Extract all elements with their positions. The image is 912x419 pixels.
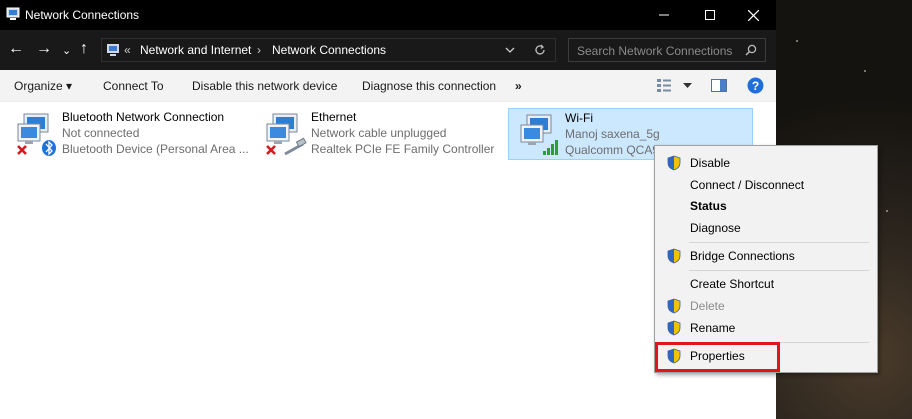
- connection-name: Bluetooth Network Connection: [62, 110, 225, 124]
- close-button[interactable]: [730, 0, 776, 30]
- menu-item-diagnose[interactable]: Diagnose: [655, 217, 877, 239]
- menu-item-rename[interactable]: Rename: [655, 317, 877, 339]
- properties-highlight-box: [655, 342, 780, 372]
- breadcrumb-overflow[interactable]: «: [124, 43, 131, 57]
- search-box[interactable]: Search Network Connections: [568, 38, 766, 62]
- connection-status: Network cable unplugged: [311, 126, 447, 140]
- svg-text:?: ?: [752, 79, 759, 93]
- address-row: ← → ⌄ ↑ « Network and Internet › Network…: [0, 30, 776, 70]
- close-icon: [747, 9, 759, 21]
- bluetooth-connection-item[interactable]: Bluetooth Network Connection Not connect…: [6, 106, 254, 160]
- connect-to-button[interactable]: Connect To: [103, 79, 164, 93]
- connection-name: Wi-Fi: [565, 111, 593, 125]
- breadcrumb-network-and-internet[interactable]: Network and Internet: [140, 43, 251, 57]
- diagnose-connection-button[interactable]: Diagnose this connection: [362, 79, 496, 93]
- connection-name: Ethernet: [311, 110, 357, 124]
- help-icon[interactable]: ?: [747, 77, 764, 94]
- connection-status: Manoj saxena_5g: [565, 127, 660, 141]
- uac-shield-icon: [667, 155, 681, 171]
- maximize-button[interactable]: [687, 0, 733, 30]
- menu-separator: [689, 270, 869, 271]
- menu-item-create-shortcut[interactable]: Create Shortcut: [655, 273, 877, 295]
- menu-item-delete: Delete: [655, 295, 877, 317]
- preview-pane-icon[interactable]: [711, 79, 727, 92]
- menu-item-disable[interactable]: Disable: [655, 152, 877, 174]
- ethernet-network-icon: [266, 113, 307, 156]
- connection-device: Bluetooth Device (Personal Area ...: [62, 142, 249, 156]
- window-title: Network Connections: [25, 8, 140, 22]
- back-button[interactable]: ←: [8, 40, 24, 58]
- maximize-icon: [705, 10, 715, 20]
- network-connections-app-icon: [6, 7, 20, 20]
- recent-locations-button[interactable]: ⌄: [62, 42, 71, 60]
- search-icon[interactable]: [745, 44, 757, 56]
- disable-device-button[interactable]: Disable this network device: [192, 79, 337, 93]
- breadcrumb-separator: ›: [257, 43, 261, 57]
- control-panel-icon: [107, 44, 119, 56]
- organize-button[interactable]: Organize ▾: [14, 79, 72, 93]
- command-bar: Organize ▾ Connect To Disable this netwo…: [0, 70, 776, 102]
- minimize-icon: [659, 14, 669, 16]
- menu-item-status[interactable]: Status: [655, 195, 877, 217]
- bluetooth-network-icon: [17, 113, 56, 156]
- view-options-chevron-icon[interactable]: [683, 83, 692, 89]
- connection-device: Realtek PCIe FE Family Controller: [311, 142, 495, 156]
- menu-item-connect-disconnect[interactable]: Connect / Disconnect: [655, 174, 877, 196]
- uac-shield-icon: [667, 320, 681, 336]
- change-view-icon[interactable]: [657, 79, 673, 92]
- forward-button[interactable]: →: [36, 40, 52, 58]
- breadcrumb-network-connections[interactable]: Network Connections: [272, 43, 386, 57]
- refresh-icon[interactable]: [534, 44, 546, 56]
- more-commands-button[interactable]: »: [515, 79, 522, 93]
- wifi-network-icon: [520, 114, 558, 155]
- context-menu: Disable Connect / Disconnect Status Diag…: [654, 145, 878, 373]
- title-bar: Network Connections: [0, 0, 776, 30]
- ethernet-connection-item[interactable]: Ethernet Network cable unplugged Realtek…: [255, 106, 503, 160]
- menu-separator: [689, 242, 869, 243]
- search-placeholder: Search Network Connections: [577, 44, 733, 58]
- chevron-down-icon[interactable]: [505, 47, 515, 54]
- menu-item-bridge-connections[interactable]: Bridge Connections: [655, 245, 877, 267]
- address-bar[interactable]: « Network and Internet › Network Connect…: [101, 38, 556, 62]
- connection-status: Not connected: [62, 126, 140, 140]
- uac-shield-icon: [667, 298, 681, 314]
- uac-shield-icon: [667, 248, 681, 264]
- minimize-button[interactable]: [641, 0, 687, 30]
- up-button[interactable]: ↑: [80, 40, 88, 58]
